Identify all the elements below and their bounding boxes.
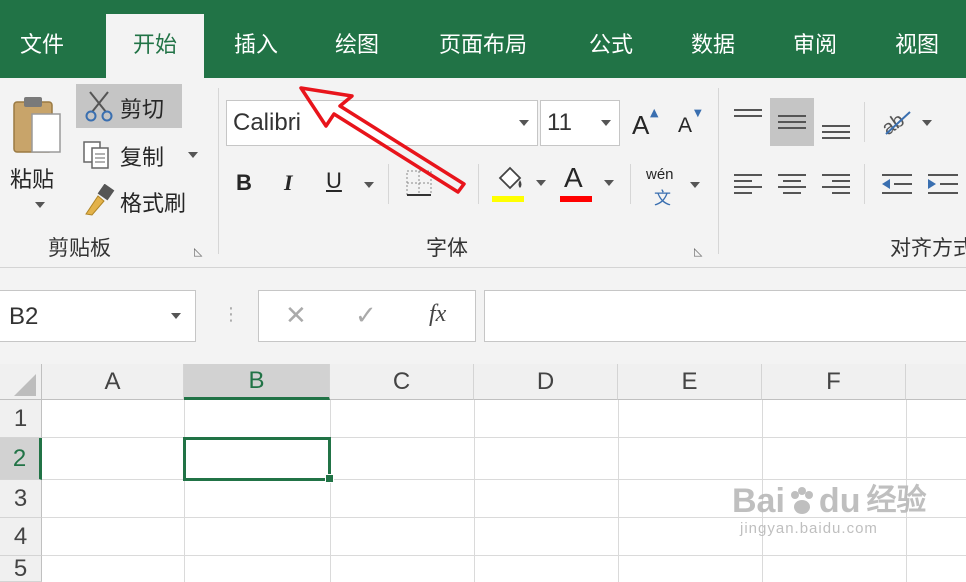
annotation-arrow <box>299 86 466 194</box>
excel-window: 文件 开始 插入 绘图 页面布局 公式 数据 审阅 视图 粘贴 剪切 复制 格式… <box>0 0 966 582</box>
